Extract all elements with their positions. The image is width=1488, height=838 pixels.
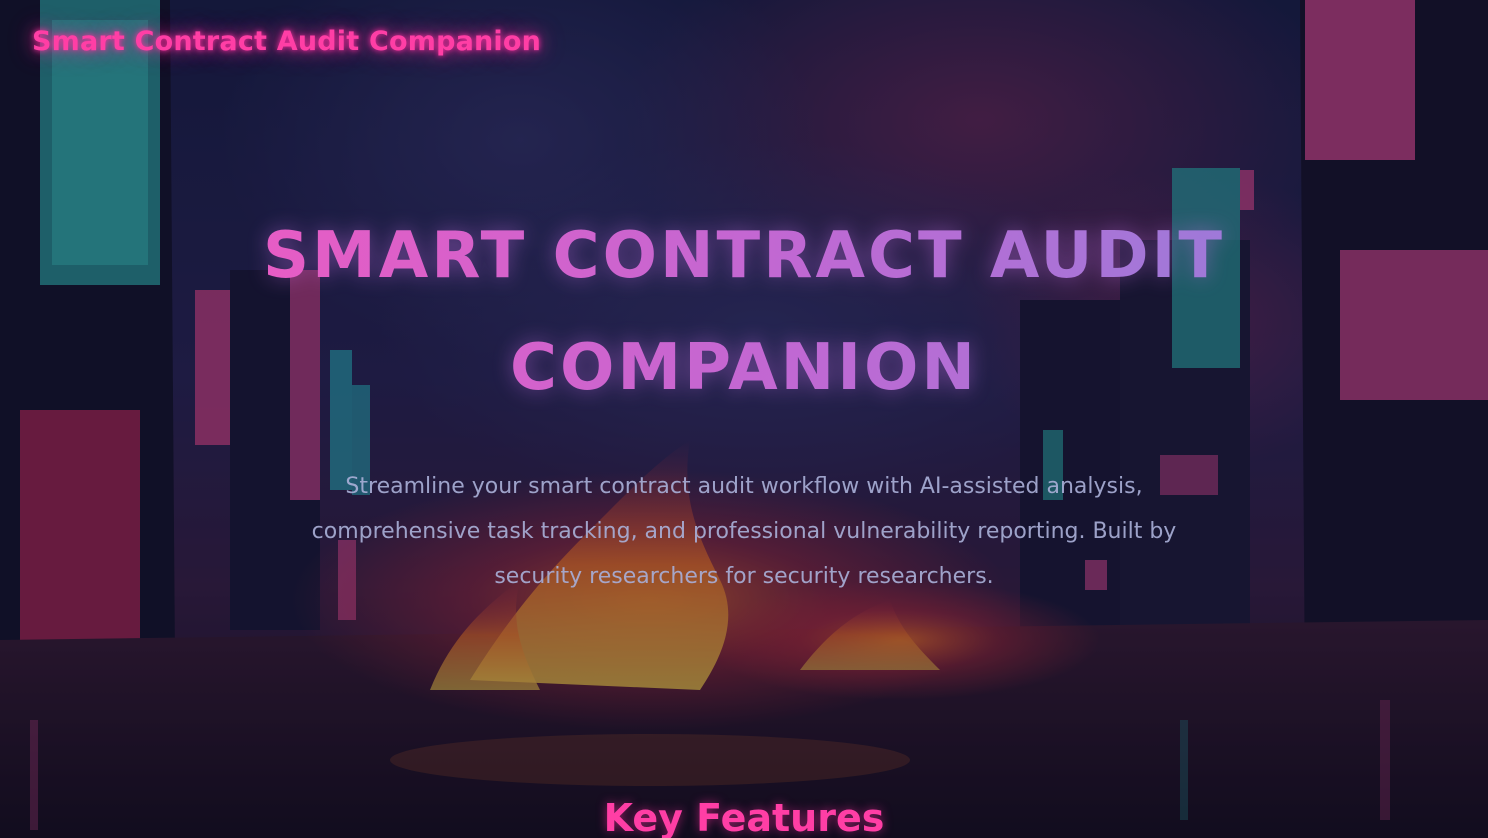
key-features-heading: Key Features <box>603 796 885 838</box>
hero-subtitle: Streamline your smart contract audit wor… <box>311 474 1177 589</box>
brand-logo-link[interactable]: Smart Contract Audit Companion <box>32 26 541 57</box>
hero-section: SMART CONTRACT AUDIT COMPANION Streamlin… <box>0 200 1488 599</box>
landing-page: Smart Contract Audit Companion SMART CON… <box>0 0 1488 838</box>
hero-title: SMART CONTRACT AUDIT COMPANION <box>244 200 1244 424</box>
